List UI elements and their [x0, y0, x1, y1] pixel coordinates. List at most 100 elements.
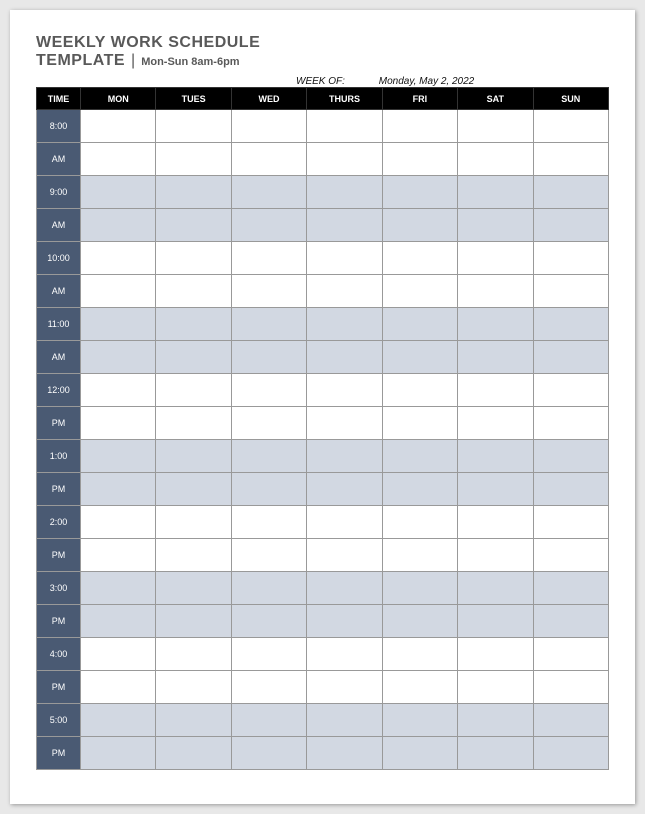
schedule-cell[interactable]: [458, 407, 533, 440]
schedule-cell[interactable]: [382, 671, 457, 704]
schedule-cell[interactable]: [533, 407, 608, 440]
schedule-cell[interactable]: [231, 143, 306, 176]
schedule-cell[interactable]: [307, 473, 382, 506]
schedule-cell[interactable]: [307, 572, 382, 605]
schedule-cell[interactable]: [307, 638, 382, 671]
schedule-cell[interactable]: [231, 506, 306, 539]
schedule-cell[interactable]: [382, 209, 457, 242]
schedule-cell[interactable]: [458, 209, 533, 242]
schedule-cell[interactable]: [81, 638, 156, 671]
schedule-cell[interactable]: [156, 539, 231, 572]
schedule-cell[interactable]: [307, 605, 382, 638]
schedule-cell[interactable]: [156, 473, 231, 506]
schedule-cell[interactable]: [81, 473, 156, 506]
schedule-cell[interactable]: [382, 737, 457, 770]
schedule-cell[interactable]: [231, 374, 306, 407]
schedule-cell[interactable]: [307, 341, 382, 374]
schedule-cell[interactable]: [231, 671, 306, 704]
schedule-cell[interactable]: [81, 308, 156, 341]
schedule-cell[interactable]: [156, 671, 231, 704]
schedule-cell[interactable]: [382, 308, 457, 341]
schedule-cell[interactable]: [307, 671, 382, 704]
schedule-cell[interactable]: [156, 242, 231, 275]
schedule-cell[interactable]: [231, 176, 306, 209]
schedule-cell[interactable]: [458, 242, 533, 275]
schedule-cell[interactable]: [382, 176, 457, 209]
schedule-cell[interactable]: [307, 539, 382, 572]
schedule-cell[interactable]: [458, 539, 533, 572]
schedule-cell[interactable]: [458, 275, 533, 308]
schedule-cell[interactable]: [458, 704, 533, 737]
schedule-cell[interactable]: [533, 242, 608, 275]
schedule-cell[interactable]: [458, 110, 533, 143]
schedule-cell[interactable]: [533, 143, 608, 176]
schedule-cell[interactable]: [307, 143, 382, 176]
schedule-cell[interactable]: [307, 374, 382, 407]
schedule-cell[interactable]: [458, 473, 533, 506]
schedule-cell[interactable]: [307, 506, 382, 539]
schedule-cell[interactable]: [533, 110, 608, 143]
schedule-cell[interactable]: [307, 308, 382, 341]
schedule-cell[interactable]: [533, 275, 608, 308]
schedule-cell[interactable]: [458, 671, 533, 704]
schedule-cell[interactable]: [156, 737, 231, 770]
schedule-cell[interactable]: [81, 440, 156, 473]
schedule-cell[interactable]: [382, 143, 457, 176]
schedule-cell[interactable]: [81, 275, 156, 308]
schedule-cell[interactable]: [307, 407, 382, 440]
schedule-cell[interactable]: [307, 110, 382, 143]
schedule-cell[interactable]: [81, 737, 156, 770]
schedule-cell[interactable]: [156, 341, 231, 374]
schedule-cell[interactable]: [307, 242, 382, 275]
schedule-cell[interactable]: [156, 440, 231, 473]
schedule-cell[interactable]: [81, 374, 156, 407]
schedule-cell[interactable]: [156, 209, 231, 242]
schedule-cell[interactable]: [231, 605, 306, 638]
schedule-cell[interactable]: [458, 308, 533, 341]
schedule-cell[interactable]: [307, 737, 382, 770]
schedule-cell[interactable]: [533, 176, 608, 209]
schedule-cell[interactable]: [81, 176, 156, 209]
schedule-cell[interactable]: [382, 341, 457, 374]
schedule-cell[interactable]: [81, 704, 156, 737]
schedule-cell[interactable]: [231, 440, 306, 473]
schedule-cell[interactable]: [231, 638, 306, 671]
schedule-cell[interactable]: [533, 605, 608, 638]
schedule-cell[interactable]: [156, 704, 231, 737]
schedule-cell[interactable]: [81, 143, 156, 176]
schedule-cell[interactable]: [458, 605, 533, 638]
schedule-cell[interactable]: [81, 407, 156, 440]
schedule-cell[interactable]: [81, 242, 156, 275]
schedule-cell[interactable]: [81, 605, 156, 638]
schedule-cell[interactable]: [81, 209, 156, 242]
schedule-cell[interactable]: [382, 638, 457, 671]
schedule-cell[interactable]: [533, 737, 608, 770]
schedule-cell[interactable]: [307, 275, 382, 308]
schedule-cell[interactable]: [458, 572, 533, 605]
schedule-cell[interactable]: [382, 242, 457, 275]
schedule-cell[interactable]: [533, 539, 608, 572]
schedule-cell[interactable]: [382, 110, 457, 143]
schedule-cell[interactable]: [382, 407, 457, 440]
schedule-cell[interactable]: [458, 341, 533, 374]
schedule-cell[interactable]: [156, 308, 231, 341]
schedule-cell[interactable]: [458, 506, 533, 539]
schedule-cell[interactable]: [231, 473, 306, 506]
schedule-cell[interactable]: [307, 176, 382, 209]
schedule-cell[interactable]: [156, 374, 231, 407]
schedule-cell[interactable]: [533, 209, 608, 242]
schedule-cell[interactable]: [231, 737, 306, 770]
schedule-cell[interactable]: [231, 407, 306, 440]
schedule-cell[interactable]: [533, 671, 608, 704]
schedule-cell[interactable]: [382, 506, 457, 539]
schedule-cell[interactable]: [156, 143, 231, 176]
schedule-cell[interactable]: [533, 341, 608, 374]
schedule-cell[interactable]: [156, 506, 231, 539]
schedule-cell[interactable]: [81, 110, 156, 143]
schedule-cell[interactable]: [231, 539, 306, 572]
schedule-cell[interactable]: [533, 440, 608, 473]
schedule-cell[interactable]: [533, 638, 608, 671]
schedule-cell[interactable]: [156, 605, 231, 638]
schedule-cell[interactable]: [156, 407, 231, 440]
schedule-cell[interactable]: [231, 242, 306, 275]
